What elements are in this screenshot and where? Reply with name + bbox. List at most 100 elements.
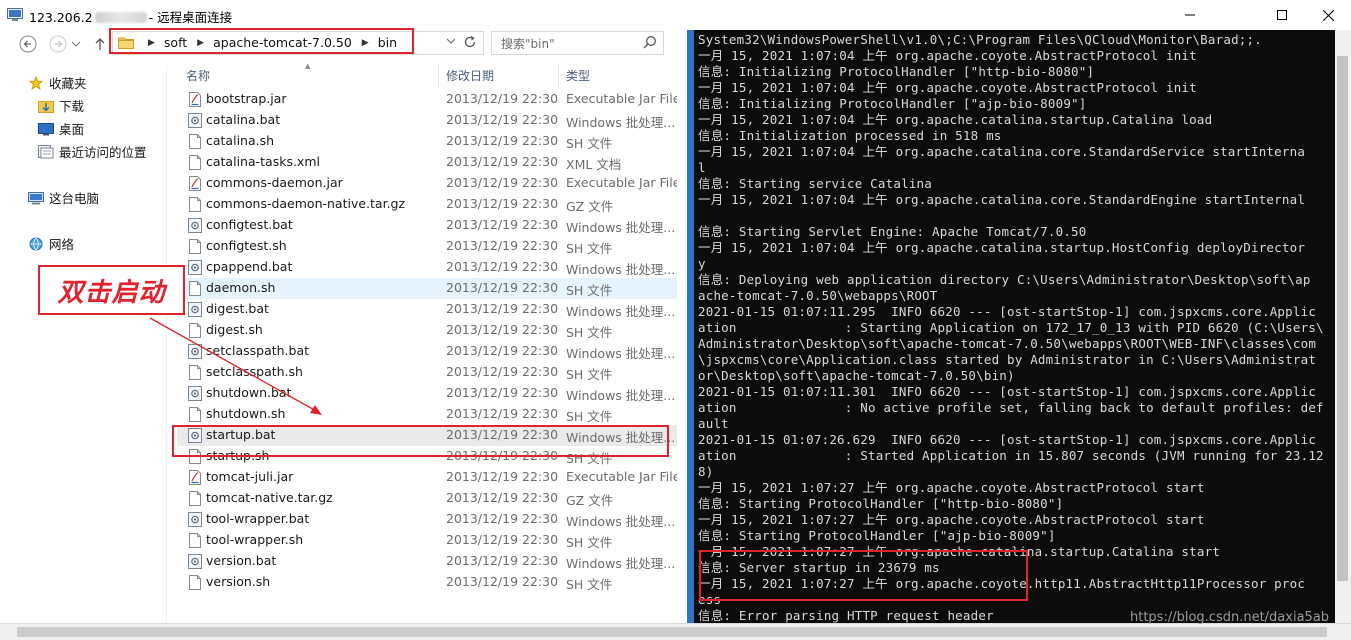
file-type: GZ 文件 xyxy=(566,493,614,508)
recent-locations-button[interactable] xyxy=(70,33,82,55)
bat-icon xyxy=(188,113,202,128)
scrollbar-thumb[interactable] xyxy=(17,627,1327,637)
file-row[interactable]: startup.bat 2013/12/19 22:30 Windows 批处理..… xyxy=(177,425,677,446)
file-row[interactable]: version.sh 2013/12/19 22:30 SH 文件 xyxy=(177,572,677,593)
navigation-pane: 收藏夹 下载 桌面 最近访问的位置 这台电脑 网络 xyxy=(0,66,167,623)
column-header-name[interactable]: 名称 xyxy=(186,67,210,84)
maximize-icon xyxy=(1277,10,1287,20)
file-date: 2013/12/19 22:30 xyxy=(446,154,559,169)
file-name: version.bat xyxy=(206,553,277,568)
back-button[interactable] xyxy=(17,33,39,55)
file-row[interactable]: catalina.bat 2013/12/19 22:30 Windows 批处理.… xyxy=(177,110,677,131)
bat-icon xyxy=(188,218,202,233)
file-type: SH 文件 xyxy=(566,241,613,256)
file-row[interactable]: version.bat 2013/12/19 22:30 Windows 批处理..… xyxy=(177,551,677,572)
bat-icon xyxy=(188,386,202,401)
file-row[interactable]: commons-daemon-native.tar.gz 2013/12/19 2… xyxy=(177,194,677,215)
console-line: Administrator\Desktop\soft\apache-tomcat… xyxy=(698,336,1317,351)
file-row[interactable]: digest.sh 2013/12/19 22:30 SH 文件 xyxy=(177,320,677,341)
file-date: 2013/12/19 22:30 xyxy=(446,133,559,148)
maximize-button[interactable] xyxy=(1259,0,1305,30)
file-type: SH 文件 xyxy=(566,535,613,550)
file-row[interactable]: tomcat-juli.jar 2013/12/19 22:30 Executabl… xyxy=(177,467,680,488)
console-line: 信息: Starting Servlet Engine: Apache Tomc… xyxy=(698,224,1087,239)
file-row[interactable]: tomcat-native.tar.gz 2013/12/19 22:30 GZ 文… xyxy=(177,488,677,509)
file-date: 2013/12/19 22:30 xyxy=(446,217,559,232)
file-date: 2013/12/19 22:30 xyxy=(446,553,559,568)
file-row[interactable]: configtest.sh 2013/12/19 22:30 SH 文件 xyxy=(177,236,677,257)
computer-icon xyxy=(28,191,44,204)
address-bar[interactable]: ▶ soft ▶ apache-tomcat-7.0.50 ▶ bin xyxy=(112,31,484,55)
file-type: SH 文件 xyxy=(566,451,613,466)
address-dropdown-icon xyxy=(447,38,455,44)
nav-this-pc-label: 这台电脑 xyxy=(49,191,100,206)
file-row[interactable]: cpappend.bat 2013/12/19 22:30 Windows 批处理.… xyxy=(177,257,677,278)
nav-recent-label: 最近访问的位置 xyxy=(59,145,147,160)
file-row[interactable]: shutdown.bat 2013/12/19 22:30 Windows 批处理.… xyxy=(177,383,677,404)
file-row[interactable]: setclasspath.bat 2013/12/19 22:30 Windows … xyxy=(177,341,677,362)
file-row[interactable]: digest.bat 2013/12/19 22:30 Windows 批处理... xyxy=(177,299,677,320)
file-date: 2013/12/19 22:30 xyxy=(446,406,559,421)
nav-this-pc[interactable]: 这台电脑 xyxy=(28,188,99,207)
file-name: shutdown.sh xyxy=(206,406,286,421)
file-name: configtest.bat xyxy=(206,217,293,232)
file-row[interactable]: catalina.sh 2013/12/19 22:30 SH 文件 xyxy=(177,131,677,152)
file-row[interactable]: tool-wrapper.bat 2013/12/19 22:30 Windows … xyxy=(177,509,677,530)
file-icon xyxy=(188,575,202,590)
file-date: 2013/12/19 22:30 xyxy=(446,238,559,253)
scrollbar-thumb[interactable] xyxy=(1337,56,1348,581)
file-name: catalina.bat xyxy=(206,112,281,127)
file-row[interactable]: setclasspath.sh 2013/12/19 22:30 SH 文件 xyxy=(177,362,677,383)
column-divider[interactable] xyxy=(438,64,439,86)
file-row[interactable]: catalina-tasks.xml 2013/12/19 22:30 XML 文档 xyxy=(177,152,677,173)
file-date: 2013/12/19 22:30 xyxy=(446,91,559,106)
file-row[interactable]: bootstrap.jar 2013/12/19 22:30 Executable … xyxy=(177,89,680,110)
file-row[interactable]: shutdown.sh 2013/12/19 22:30 SH 文件 xyxy=(177,404,677,425)
file-row[interactable]: startup.sh 2013/12/19 22:30 SH 文件 xyxy=(177,446,677,467)
breadcrumb-item-soft[interactable]: soft xyxy=(164,35,187,50)
nav-favorites[interactable]: 收藏夹 xyxy=(28,73,87,92)
sort-ascending-icon: ▲ xyxy=(305,62,311,70)
file-row[interactable]: configtest.bat 2013/12/19 22:30 Windows 批处… xyxy=(177,215,677,236)
remote-desktop-icon xyxy=(7,8,23,22)
file-row[interactable]: commons-daemon.jar 2013/12/19 22:30 Execut… xyxy=(177,173,680,194)
search-input[interactable]: 搜索"bin" xyxy=(491,31,664,55)
file-row[interactable]: daemon.sh 2013/12/19 22:30 SH 文件 xyxy=(177,278,677,299)
file-type: Windows 批处理... xyxy=(566,262,676,277)
minimize-button[interactable] xyxy=(1167,0,1213,30)
recent-places-icon xyxy=(38,144,54,158)
console-vertical-scrollbar[interactable] xyxy=(1335,30,1351,623)
file-name: setclasspath.bat xyxy=(206,343,310,358)
file-explorer: ▶ soft ▶ apache-tomcat-7.0.50 ▶ bin 搜索"b… xyxy=(0,30,680,623)
column-header-type[interactable]: 类型 xyxy=(566,67,590,84)
watermark: https://blog.csdn.net/daxia5ab xyxy=(1130,610,1330,625)
folder-icon xyxy=(118,37,134,49)
file-type: SH 文件 xyxy=(566,409,613,424)
console-line: ess xyxy=(698,592,722,607)
nav-downloads[interactable]: 下载 xyxy=(38,96,84,115)
column-divider[interactable] xyxy=(558,64,559,86)
forward-button[interactable] xyxy=(47,33,69,55)
file-icon xyxy=(188,407,202,422)
nav-network[interactable]: 网络 xyxy=(28,234,74,253)
column-headers: ▲ 名称 修改日期 类型 xyxy=(167,62,677,86)
file-date: 2013/12/19 22:30 xyxy=(446,364,559,379)
file-name: tool-wrapper.sh xyxy=(206,532,304,547)
file-name: tomcat-native.tar.gz xyxy=(206,490,333,505)
close-button[interactable] xyxy=(1305,0,1351,30)
column-header-date[interactable]: 修改日期 xyxy=(446,67,494,84)
file-name: setclasspath.sh xyxy=(206,364,303,379)
file-date: 2013/12/19 22:30 xyxy=(446,343,559,358)
console-window-border xyxy=(677,30,694,623)
breadcrumb-item-bin[interactable]: bin xyxy=(378,35,397,50)
file-date: 2013/12/19 22:30 xyxy=(446,322,559,337)
horizontal-scrollbar[interactable] xyxy=(0,623,1351,640)
breadcrumb-item-tomcat[interactable]: apache-tomcat-7.0.50 xyxy=(213,35,352,50)
up-button[interactable] xyxy=(92,33,108,55)
file-row[interactable]: tool-wrapper.sh 2013/12/19 22:30 SH 文件 xyxy=(177,530,677,551)
nav-desktop[interactable]: 桌面 xyxy=(38,119,84,138)
nav-recent[interactable]: 最近访问的位置 xyxy=(38,142,147,161)
console-edge xyxy=(687,30,694,623)
bat-icon xyxy=(188,428,202,443)
file-date: 2013/12/19 22:30 xyxy=(446,574,559,589)
